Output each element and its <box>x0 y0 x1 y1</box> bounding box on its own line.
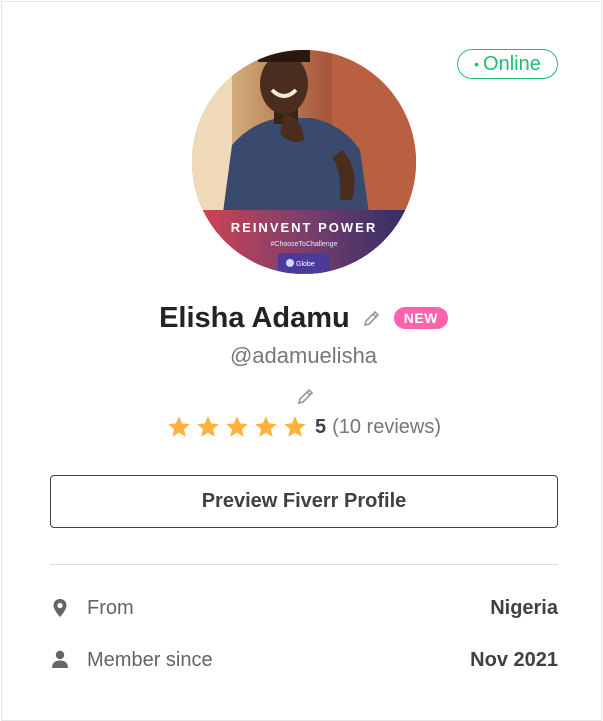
divider <box>50 564 558 565</box>
info-row-from: From Nigeria <box>50 593 558 623</box>
avatar-photo: REINVENT POWER #ChooseToChallenge Globe <box>192 50 416 274</box>
star-icon <box>197 416 219 437</box>
globe-logo-text: Globe <box>296 261 315 268</box>
star-icon <box>168 416 190 437</box>
from-label: From <box>87 596 134 619</box>
new-seller-badge: NEW <box>393 307 448 329</box>
star-icon <box>226 416 248 437</box>
star-icon <box>284 416 306 437</box>
banner-text: REINVENT POWER <box>231 220 377 235</box>
preview-profile-button[interactable]: Preview Fiverr Profile <box>50 475 558 528</box>
pencil-icon[interactable] <box>362 308 382 328</box>
seller-username: @adamuelisha <box>229 343 378 368</box>
star-icon <box>255 416 277 437</box>
review-count[interactable]: (10 reviews) <box>332 416 441 439</box>
status-dot: • <box>474 56 480 72</box>
user-icon <box>52 650 68 668</box>
banner-hashtag: #ChooseToChallenge <box>271 241 338 248</box>
name-row: Elisha Adamu NEW <box>2 298 603 338</box>
member-since-label: Member since <box>87 648 213 671</box>
status-label: Online <box>483 52 541 75</box>
avatar[interactable]: REINVENT POWER #ChooseToChallenge Globe <box>192 50 416 274</box>
rating-row[interactable]: 5 (10 reviews) <box>2 412 603 442</box>
online-status-badge: • Online <box>457 49 558 79</box>
rating-score: 5 <box>314 415 327 438</box>
member-since-value: Nov 2021 <box>470 648 558 671</box>
seller-profile-card: • Online REINVENT POWER #ChooseToChallen… <box>1 1 602 721</box>
location-pin-icon <box>53 599 67 617</box>
from-value: Nigeria <box>490 596 558 619</box>
info-row-member-since: Member since Nov 2021 <box>50 645 558 675</box>
pencil-icon[interactable] <box>296 386 316 406</box>
seller-name: Elisha Adamu <box>159 301 350 334</box>
